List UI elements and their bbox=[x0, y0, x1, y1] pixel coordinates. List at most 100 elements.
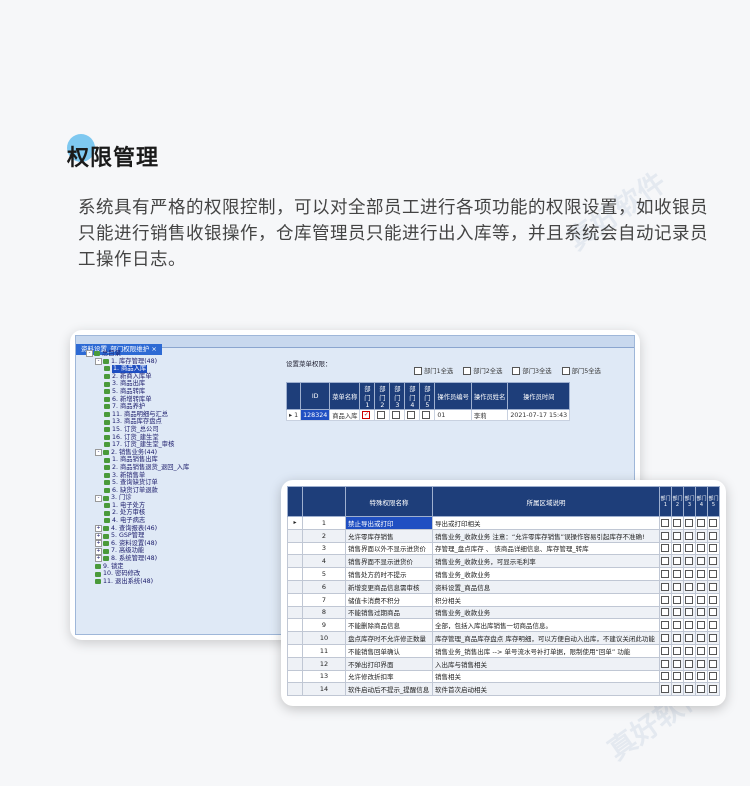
expand-toggle-icon[interactable]: + bbox=[95, 547, 102, 555]
checkbox[interactable] bbox=[672, 544, 681, 553]
dept-checkbox-cell[interactable] bbox=[695, 528, 708, 543]
table-row[interactable]: 4 销售界面不显示进货价 销售业务_收款业务，可显示毛利率 bbox=[287, 554, 720, 569]
checkbox[interactable] bbox=[684, 672, 693, 681]
checkbox[interactable] bbox=[660, 557, 669, 566]
checkbox[interactable] bbox=[708, 685, 717, 694]
checkbox[interactable] bbox=[672, 685, 681, 694]
dept-checkbox-cell[interactable] bbox=[683, 592, 696, 607]
checkbox[interactable] bbox=[660, 531, 669, 540]
dept-checkbox-cell[interactable] bbox=[707, 682, 720, 697]
dept-checkbox-cell[interactable] bbox=[707, 554, 720, 569]
expand-toggle-icon[interactable]: + bbox=[95, 524, 102, 532]
dept-checkbox-cell[interactable] bbox=[671, 682, 684, 697]
dept-checkbox-cell[interactable] bbox=[683, 643, 696, 658]
dept-checkbox-cell[interactable] bbox=[695, 631, 708, 645]
checkbox[interactable] bbox=[696, 570, 705, 579]
dept-checkbox-cell[interactable] bbox=[671, 669, 684, 684]
table-row[interactable]: ▸ 1 禁止导出或打印 导出或打印相关 bbox=[287, 516, 720, 530]
tree-node[interactable]: 3. 新销售单 bbox=[86, 472, 266, 480]
table-row[interactable]: 5 销售处方药时不提示 销售业务_收款业务 bbox=[287, 567, 720, 581]
checkbox[interactable] bbox=[696, 595, 705, 604]
checkbox[interactable] bbox=[696, 531, 705, 540]
dept-checkbox-cell[interactable] bbox=[683, 554, 696, 569]
dept-checkbox-cell[interactable] bbox=[671, 528, 684, 543]
dept-checkbox-cell[interactable] bbox=[659, 631, 672, 645]
dept-checkbox-cell[interactable] bbox=[683, 579, 696, 594]
dept-checkbox-cell[interactable] bbox=[671, 567, 684, 581]
table-row[interactable]: 14 软件启动后不提示_提醒信息 软件首次启动相关 bbox=[287, 682, 720, 697]
dept-checkbox-cell[interactable] bbox=[659, 528, 672, 543]
checkbox[interactable] bbox=[696, 659, 705, 668]
dept-checkbox-cell[interactable] bbox=[707, 592, 720, 607]
dept-checkbox-cell[interactable] bbox=[671, 579, 684, 594]
tree-node[interactable]: 7. 商品养护 bbox=[86, 403, 266, 411]
dept-checkbox-cell[interactable] bbox=[683, 528, 696, 543]
dept-checkbox-cell[interactable] bbox=[695, 579, 708, 594]
checkbox[interactable] bbox=[377, 411, 386, 419]
table-row[interactable]: 7 储值卡消费不积分 积分相关 bbox=[287, 592, 720, 607]
dept-checkbox-cell[interactable] bbox=[707, 643, 720, 658]
checkbox[interactable] bbox=[660, 582, 669, 591]
tree-node[interactable]: 1. 商品销售出库 bbox=[86, 456, 266, 464]
dept-checkbox-cell[interactable] bbox=[671, 592, 684, 607]
checkbox[interactable] bbox=[660, 544, 669, 553]
tree-node[interactable]: 5. 查询缺货订单 bbox=[86, 479, 266, 487]
dept-checkbox-cell[interactable] bbox=[659, 618, 672, 633]
checkbox[interactable] bbox=[672, 557, 681, 566]
select-all-option[interactable]: 部门1全选 bbox=[414, 366, 453, 375]
checkbox[interactable] bbox=[696, 646, 705, 655]
table-row[interactable]: ▸ 1 128324 商品入库 ✓ 01 李莉 2021-07-17 15:43 bbox=[285, 409, 571, 421]
select-all-option[interactable]: 部门3全选 bbox=[512, 366, 552, 375]
table-row[interactable]: 9 不能删除商品信息 全部，包括入库出库销售一切商品信息。 bbox=[287, 618, 720, 633]
table-row[interactable]: 6 新增变更商品信息需审核 资料设置_商品信息 bbox=[287, 579, 720, 594]
dept-checkbox-cell[interactable] bbox=[695, 618, 708, 633]
tree-node[interactable]: 15. 订货_总公司 bbox=[86, 426, 266, 434]
permission-name-cell[interactable]: 不能销售过期商品 bbox=[345, 605, 433, 620]
dept-checkbox-cell[interactable] bbox=[659, 643, 672, 658]
checkbox[interactable] bbox=[708, 646, 717, 655]
dept-checkbox-cell[interactable] bbox=[683, 631, 696, 645]
tree-node[interactable]: 11. 退出系统(48) bbox=[86, 578, 266, 586]
checkbox[interactable] bbox=[684, 608, 693, 617]
dept-checkbox-cell[interactable] bbox=[695, 605, 708, 620]
dept-checkbox-cell[interactable] bbox=[671, 618, 684, 633]
dept-checkbox-cell[interactable] bbox=[659, 669, 672, 684]
checkbox[interactable] bbox=[696, 557, 705, 566]
dept-checkbox-cell[interactable] bbox=[707, 656, 720, 671]
checkbox[interactable] bbox=[696, 621, 705, 630]
dept-checkbox-cell[interactable] bbox=[707, 516, 720, 530]
permission-name-cell[interactable]: 销售界面不显示进货价 bbox=[345, 554, 433, 569]
tree-node[interactable]: 2. 商品销售退货_退回_入库 bbox=[86, 464, 266, 472]
dept-checkbox-cell[interactable] bbox=[707, 669, 720, 684]
checkbox[interactable] bbox=[684, 582, 693, 591]
checkbox[interactable] bbox=[696, 582, 705, 591]
dept-checkbox-cell[interactable] bbox=[659, 516, 672, 530]
checkbox[interactable] bbox=[708, 544, 717, 553]
checkbox[interactable] bbox=[422, 411, 431, 419]
checkbox[interactable] bbox=[672, 531, 681, 540]
permission-name-cell[interactable]: 软件启动后不提示_提醒信息 bbox=[345, 682, 433, 697]
permission-name-cell[interactable]: 禁止导出或打印 bbox=[345, 516, 433, 530]
permission-name-cell[interactable]: 销售界面以外不显示进货价 bbox=[345, 541, 433, 556]
checkbox[interactable] bbox=[708, 518, 717, 527]
dept-checkbox-cell[interactable] bbox=[659, 682, 672, 697]
menu-name-cell[interactable]: 商品入库 bbox=[329, 409, 361, 421]
dept-checkbox-cell[interactable] bbox=[707, 579, 720, 594]
select-all-option[interactable]: 部门5全选 bbox=[561, 366, 601, 375]
expand-toggle-icon[interactable]: + bbox=[95, 540, 102, 548]
checkbox[interactable] bbox=[708, 531, 717, 540]
checkbox[interactable] bbox=[660, 646, 669, 655]
dept-checkbox-cell[interactable] bbox=[695, 516, 708, 530]
permission-name-cell[interactable]: 新增变更商品信息需审核 bbox=[345, 579, 433, 594]
checkbox[interactable] bbox=[696, 518, 705, 527]
checkbox[interactable] bbox=[463, 367, 472, 375]
dept-checkbox-cell[interactable] bbox=[683, 605, 696, 620]
table-row[interactable]: 2 允许零库存销售 销售业务_收款业务 注意：“允许零库存销售”误操作容易引起库存不… bbox=[287, 528, 720, 543]
dept-checkbox-cell[interactable] bbox=[695, 541, 708, 556]
checkbox[interactable] bbox=[708, 557, 717, 566]
checkbox[interactable] bbox=[708, 582, 717, 591]
checkbox[interactable] bbox=[672, 518, 681, 527]
tree-node[interactable]: +7. 高级功能 bbox=[86, 547, 266, 555]
dept-checkbox-cell[interactable] bbox=[695, 554, 708, 569]
checkbox[interactable] bbox=[660, 570, 669, 579]
